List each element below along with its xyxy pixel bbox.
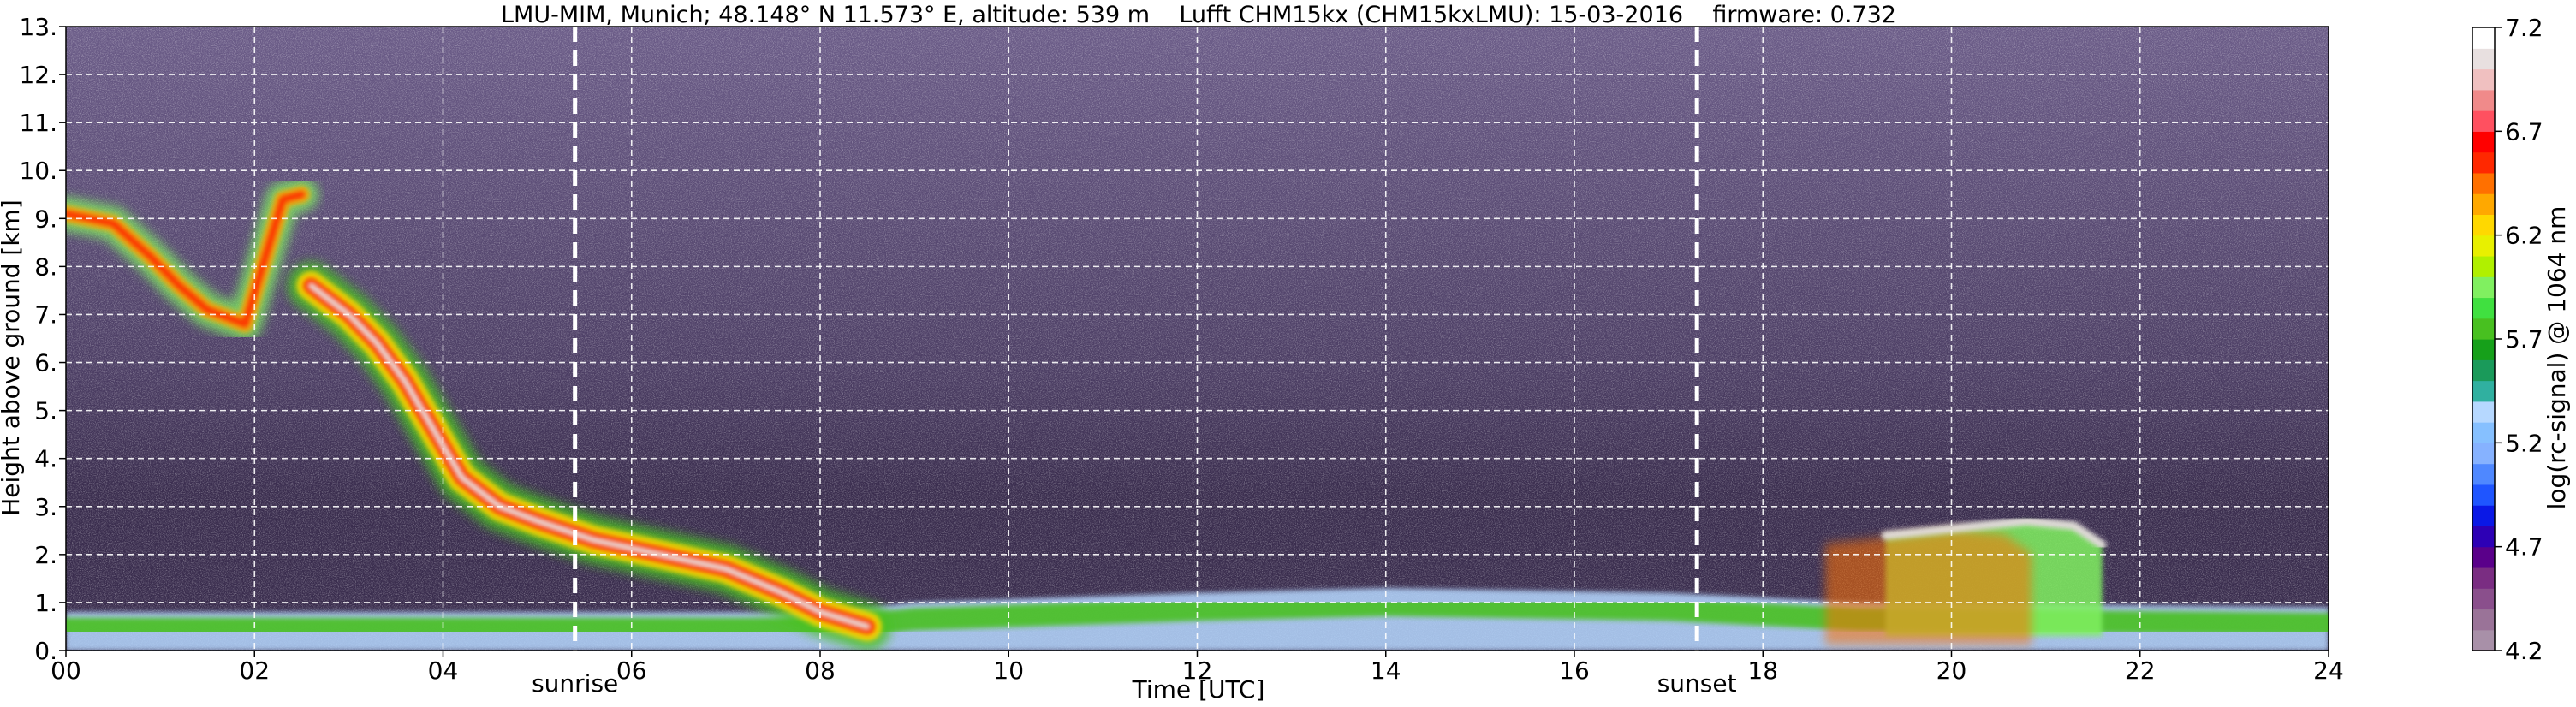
x-tick-label: 22 bbox=[2125, 656, 2156, 685]
colorbar-tick-label: 6.7 bbox=[2505, 117, 2543, 146]
colorbar-swatch bbox=[2472, 526, 2495, 548]
y-tick-label: 0. bbox=[34, 637, 57, 665]
x-tick-label: 04 bbox=[428, 656, 459, 685]
evening-cloud-inner bbox=[1825, 529, 2032, 645]
marker-label-sunset: sunset bbox=[1657, 669, 1737, 698]
colorbar-tick-label: 4.2 bbox=[2505, 637, 2543, 665]
y-tick-label: 10. bbox=[19, 157, 57, 185]
colorbar-label: log(rc-signal) @ 1064 nm bbox=[2543, 206, 2571, 510]
y-tick-label: 11. bbox=[19, 109, 57, 137]
y-tick-label: 12. bbox=[19, 61, 57, 89]
colorbar-swatch bbox=[2472, 567, 2495, 589]
colorbar-swatch bbox=[2472, 505, 2495, 526]
colorbar-swatch bbox=[2472, 255, 2495, 277]
colorbar-swatch bbox=[2472, 89, 2495, 111]
y-tick-label: 1. bbox=[34, 589, 57, 617]
colorbar-tick-label: 6.2 bbox=[2505, 222, 2543, 250]
colorbar-swatch bbox=[2472, 152, 2495, 174]
plot-area bbox=[66, 27, 2329, 651]
y-axis-label: Height above ground [km] bbox=[0, 199, 25, 516]
colorbar-swatch bbox=[2472, 110, 2495, 132]
colorbar-swatch bbox=[2472, 27, 2495, 49]
x-tick-label: 20 bbox=[1936, 656, 1967, 685]
colorbar-tick-label: 5.2 bbox=[2505, 429, 2543, 457]
colorbar-swatch bbox=[2472, 443, 2495, 465]
colorbar-swatch bbox=[2472, 546, 2495, 568]
colorbar-swatch bbox=[2472, 48, 2495, 70]
colorbar-tick-label: 5.7 bbox=[2505, 325, 2543, 354]
colorbar-swatch bbox=[2472, 463, 2495, 485]
colorbar-swatch bbox=[2472, 68, 2495, 91]
y-tick-label: 9. bbox=[34, 205, 57, 233]
y-tick-label: 6. bbox=[34, 349, 57, 377]
y-tick-label: 13. bbox=[19, 13, 57, 41]
y-tick-label: 7. bbox=[34, 300, 57, 329]
colorbar-swatch bbox=[2472, 380, 2495, 402]
colorbar-swatch bbox=[2472, 422, 2495, 443]
colorbar-swatch bbox=[2472, 588, 2495, 610]
x-axis-label: Time [UTC] bbox=[1132, 675, 1265, 704]
marker-label-sunrise: sunrise bbox=[532, 669, 618, 698]
colorbar-swatch bbox=[2472, 609, 2495, 631]
x-tick-label: 06 bbox=[616, 656, 647, 685]
y-axis: 0. 1. 2. 3. 4. 5. 6. 7. 8. 9. 10. 11. 12. 13. bbox=[19, 13, 66, 665]
x-tick-label: 10 bbox=[993, 656, 1024, 685]
colorbar-tick-label: 4.7 bbox=[2505, 533, 2543, 561]
y-tick-label: 5. bbox=[34, 397, 57, 425]
y-tick-label: 4. bbox=[34, 445, 57, 473]
colorbar-swatch bbox=[2472, 359, 2495, 382]
colorbar-tick-label: 7.2 bbox=[2505, 14, 2543, 42]
colorbar-swatch bbox=[2472, 629, 2495, 651]
y-tick-label: 3. bbox=[34, 493, 57, 521]
x-tick-label: 16 bbox=[1559, 656, 1590, 685]
colorbar-swatch bbox=[2472, 339, 2495, 360]
colorbar-swatch bbox=[2472, 297, 2495, 319]
colorbar-swatch bbox=[2472, 131, 2495, 153]
colorbar-swatch bbox=[2472, 401, 2495, 423]
y-tick-label: 2. bbox=[34, 541, 57, 569]
x-tick-label: 14 bbox=[1371, 656, 1401, 685]
chart-title: LMU-MIM, Munich; 48.148° N 11.573° E, al… bbox=[501, 2, 1896, 28]
x-tick-label: 02 bbox=[239, 656, 270, 685]
x-tick-label: 18 bbox=[1747, 656, 1778, 685]
colorbar-swatch bbox=[2472, 193, 2495, 215]
y-tick-label: 8. bbox=[34, 253, 57, 281]
ceilometer-backscatter-chart: LMU-MIM, Munich; 48.148° N 11.573° E, al… bbox=[0, 2, 2571, 704]
colorbar-swatch bbox=[2472, 484, 2495, 506]
colorbar-swatch bbox=[2472, 235, 2495, 257]
colorbar-swatch bbox=[2472, 214, 2495, 236]
x-tick-label: 08 bbox=[805, 656, 836, 685]
colorbar-swatch bbox=[2472, 276, 2495, 299]
colorbar: 4.2 4.7 5.2 5.7 6.2 6.7 7.2 bbox=[2472, 14, 2543, 665]
colorbar-swatch bbox=[2472, 172, 2495, 194]
colorbar-swatch bbox=[2472, 318, 2495, 340]
x-tick-label: 24 bbox=[2313, 656, 2344, 685]
